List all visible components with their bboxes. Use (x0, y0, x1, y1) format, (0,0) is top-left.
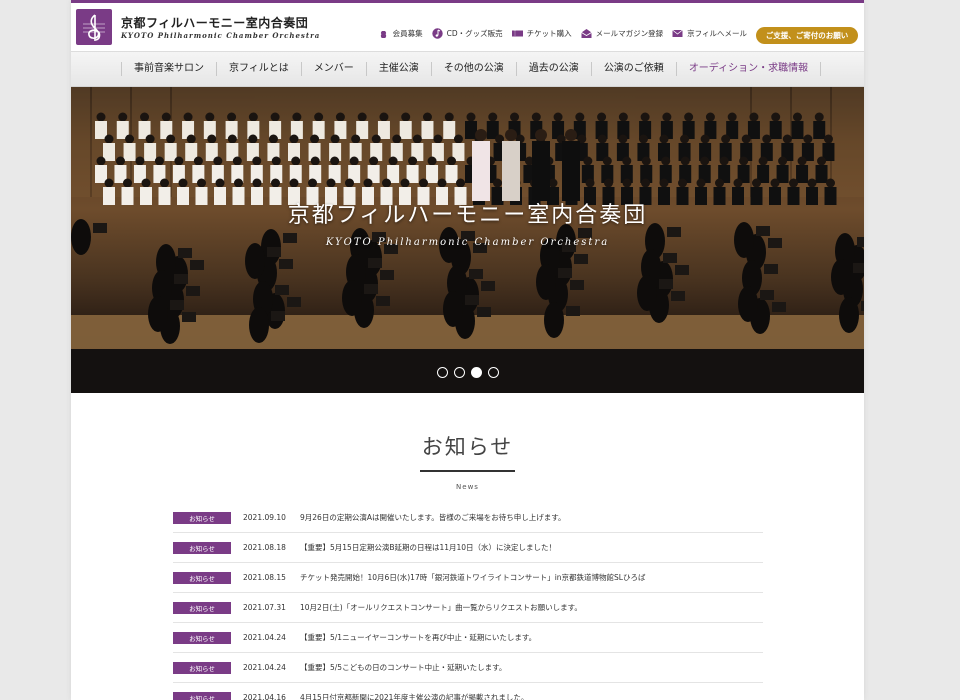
util-link-label: 会員募集 (392, 29, 423, 38)
news-link[interactable]: 9月26日の定期公演Aは開催いたします。皆様のご来場をお待ち申し上げます。 (300, 512, 565, 523)
music-note-icon (431, 28, 443, 39)
news-category-badge: お知らせ (173, 661, 231, 674)
news-link[interactable]: チケット発売開始！10月6日(水)17時「銀河鉄道トワイライトコンサート」in京… (300, 572, 646, 583)
envelope-icon (672, 29, 683, 37)
news-link[interactable]: 10月2日(土)「オールリクエストコンサート」曲一覧からリクエストお願いします。 (300, 602, 582, 613)
nav-item-members[interactable]: メンバー (302, 62, 367, 76)
news-category-badge: お知らせ (173, 571, 231, 584)
util-link-newsletter[interactable]: メールマガジン登録 (580, 28, 664, 39)
slider-dot-2[interactable] (453, 367, 465, 378)
news-heading: お知らせ (421, 435, 514, 459)
utility-links: 会員募集 CD・グッズ販売 チケット購入 メールマガジン登録 京フィルへメール (369, 28, 747, 39)
news-heading-rule (420, 470, 515, 472)
site-header: 京都フィルハーモニー室内合奏団 KYOTO Philharmonic Chamb… (71, 3, 864, 51)
news-item[interactable]: お知らせ 2021.09.10 9月26日の定期公演Aは開催いたします。皆様のご来場… (173, 503, 763, 533)
hero-slider[interactable]: 京都フィルハーモニー室内合奏団 KYOTO Philharmonic Chamb… (71, 87, 864, 393)
util-link-membership[interactable]: 会員募集 (378, 28, 423, 39)
nav-item-past-concerts[interactable]: 過去の公演 (517, 62, 592, 76)
news-link[interactable]: 4月15日付京都新聞に2021年度主催公演の記事が掲載されました。 (300, 692, 528, 700)
mail-open-icon (580, 29, 592, 38)
util-link-label: メールマガジン登録 (595, 29, 664, 38)
slider-dot-1[interactable] (436, 367, 448, 378)
ticket-icon (511, 30, 523, 37)
news-list: お知らせ 2021.09.10 9月26日の定期公演Aは開催いたします。皆様のご来場… (173, 503, 763, 700)
util-link-cd-goods[interactable]: CD・グッズ販売 (431, 28, 503, 39)
news-link[interactable]: 【重要】5/1ニューイヤーコンサートを再び中止・延期にいたします。 (300, 632, 536, 643)
util-link-tickets[interactable]: チケット購入 (511, 28, 572, 39)
nav-item-about[interactable]: 京フィルとは (217, 62, 302, 76)
slider-dots (71, 367, 864, 378)
hero-subtitle: KYOTO Philharmonic Chamber Orchestra (325, 237, 610, 248)
news-link[interactable]: 【重要】5/5こどもの日のコンサート中止・延期いたします。 (300, 662, 506, 673)
donate-button[interactable]: ご支援、ご寄付のお願い (756, 27, 858, 44)
org-name-en: KYOTO Philharmonic Chamber Orchestra (121, 31, 321, 40)
news-date: 2021.08.18 (243, 543, 286, 552)
news-item[interactable]: お知らせ 2021.04.16 4月15日付京都新聞に2021年度主催公演の記事が掲… (173, 683, 763, 700)
orchestra-logo[interactable] (76, 9, 112, 45)
nav-item-audition[interactable]: オーディション・求職情報 (677, 62, 822, 76)
news-item[interactable]: お知らせ 2021.08.18 【重要】5月15日定期公演B延期の日程は11月10日… (173, 533, 763, 563)
slider-dot-3[interactable] (470, 367, 482, 378)
news-date: 2021.04.16 (243, 693, 286, 700)
news-link[interactable]: 【重要】5月15日定期公演B延期の日程は11月10日（水）に決定しました！ (300, 542, 556, 553)
nav-item-request[interactable]: 公演のご依頼 (592, 62, 677, 76)
slider-dot-4[interactable] (487, 367, 499, 378)
main-nav: 事前音楽サロン 京フィルとは メンバー 主催公演 その他の公演 過去の公演 公演… (71, 51, 864, 87)
util-link-contact[interactable]: 京フィルへメール (672, 28, 747, 39)
util-link-label: CD・グッズ販売 (446, 29, 503, 38)
news-subheading: News (456, 483, 479, 491)
news-category-badge: お知らせ (173, 601, 231, 614)
news-date: 2021.08.15 (243, 573, 286, 582)
news-category-badge: お知らせ (173, 691, 231, 700)
news-item[interactable]: お知らせ 2021.04.24 【重要】5/5こどもの日のコンサート中止・延期いたし… (173, 653, 763, 683)
news-date: 2021.04.24 (243, 633, 286, 642)
news-date: 2021.07.31 (243, 603, 286, 612)
util-link-label: 京フィルへメール (687, 29, 747, 38)
nav-item-salon[interactable]: 事前音楽サロン (121, 62, 217, 76)
treble-clef-icon (83, 14, 105, 41)
news-category-badge: お知らせ (173, 631, 231, 644)
hero-title: 京都フィルハーモニー室内合奏団 (287, 203, 648, 228)
news-date: 2021.09.10 (243, 513, 286, 522)
nav-item-other-concerts[interactable]: その他の公演 (432, 62, 517, 76)
nav-item-main-concerts[interactable]: 主催公演 (367, 62, 432, 76)
news-item[interactable]: お知らせ 2021.08.15 チケット発売開始！10月6日(水)17時「銀河鉄道ト… (173, 563, 763, 593)
news-item[interactable]: お知らせ 2021.04.24 【重要】5/1ニューイヤーコンサートを再び中止・延期… (173, 623, 763, 653)
news-date: 2021.04.24 (243, 663, 286, 672)
news-category-badge: お知らせ (173, 541, 231, 554)
news-category-badge: お知らせ (173, 511, 231, 524)
org-name-jp[interactable]: 京都フィルハーモニー室内合奏団 (121, 14, 308, 31)
util-link-label: チケット購入 (526, 29, 572, 38)
news-item[interactable]: お知らせ 2021.07.31 10月2日(土)「オールリクエストコンサート」曲一覧… (173, 593, 763, 623)
violin-icon (380, 28, 386, 38)
